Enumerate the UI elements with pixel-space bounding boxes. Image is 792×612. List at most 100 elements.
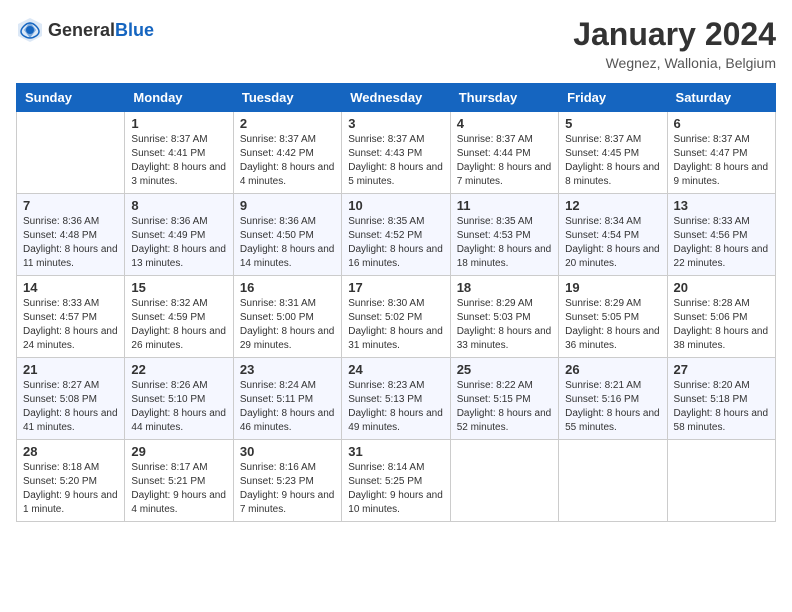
day-detail: Sunrise: 8:36 AMSunset: 4:49 PMDaylight:… [131, 215, 226, 271]
day-number: 22 [131, 362, 226, 377]
calendar-cell: 31 Sunrise: 8:14 AMSunset: 5:25 PMDaylig… [342, 440, 450, 522]
day-number: 29 [131, 444, 226, 459]
day-detail: Sunrise: 8:35 AMSunset: 4:53 PMDaylight:… [457, 215, 552, 271]
day-detail: Sunrise: 8:24 AMSunset: 5:11 PMDaylight:… [240, 379, 335, 435]
calendar-cell: 16 Sunrise: 8:31 AMSunset: 5:00 PMDaylig… [233, 276, 341, 358]
day-detail: Sunrise: 8:33 AMSunset: 4:57 PMDaylight:… [23, 297, 118, 353]
day-detail: Sunrise: 8:33 AMSunset: 4:56 PMDaylight:… [674, 215, 769, 271]
day-detail: Sunrise: 8:14 AMSunset: 5:25 PMDaylight:… [348, 461, 443, 517]
calendar-cell: 30 Sunrise: 8:16 AMSunset: 5:23 PMDaylig… [233, 440, 341, 522]
day-detail: Sunrise: 8:21 AMSunset: 5:16 PMDaylight:… [565, 379, 660, 435]
day-detail: Sunrise: 8:37 AMSunset: 4:42 PMDaylight:… [240, 133, 335, 189]
calendar-cell: 10 Sunrise: 8:35 AMSunset: 4:52 PMDaylig… [342, 194, 450, 276]
weekday-header-saturday: Saturday [667, 84, 775, 112]
weekday-header-tuesday: Tuesday [233, 84, 341, 112]
day-detail: Sunrise: 8:17 AMSunset: 5:21 PMDaylight:… [131, 461, 226, 517]
calendar-cell: 21 Sunrise: 8:27 AMSunset: 5:08 PMDaylig… [17, 358, 125, 440]
calendar-cell: 3 Sunrise: 8:37 AMSunset: 4:43 PMDayligh… [342, 112, 450, 194]
day-detail: Sunrise: 8:37 AMSunset: 4:43 PMDaylight:… [348, 133, 443, 189]
calendar-cell: 29 Sunrise: 8:17 AMSunset: 5:21 PMDaylig… [125, 440, 233, 522]
day-detail: Sunrise: 8:34 AMSunset: 4:54 PMDaylight:… [565, 215, 660, 271]
day-number: 28 [23, 444, 118, 459]
day-detail: Sunrise: 8:23 AMSunset: 5:13 PMDaylight:… [348, 379, 443, 435]
day-number: 10 [348, 198, 443, 213]
logo-text: GeneralBlue [48, 20, 154, 41]
day-number: 26 [565, 362, 660, 377]
calendar-week-row: 14 Sunrise: 8:33 AMSunset: 4:57 PMDaylig… [17, 276, 776, 358]
calendar-cell: 27 Sunrise: 8:20 AMSunset: 5:18 PMDaylig… [667, 358, 775, 440]
weekday-header-row: SundayMondayTuesdayWednesdayThursdayFrid… [17, 84, 776, 112]
weekday-header-wednesday: Wednesday [342, 84, 450, 112]
day-number: 24 [348, 362, 443, 377]
day-number: 19 [565, 280, 660, 295]
day-number: 4 [457, 116, 552, 131]
day-number: 2 [240, 116, 335, 131]
calendar-cell: 26 Sunrise: 8:21 AMSunset: 5:16 PMDaylig… [559, 358, 667, 440]
location-title: Wegnez, Wallonia, Belgium [573, 55, 776, 71]
day-number: 7 [23, 198, 118, 213]
calendar-week-row: 7 Sunrise: 8:36 AMSunset: 4:48 PMDayligh… [17, 194, 776, 276]
calendar-cell: 12 Sunrise: 8:34 AMSunset: 4:54 PMDaylig… [559, 194, 667, 276]
day-number: 9 [240, 198, 335, 213]
logo: GeneralBlue [16, 16, 154, 44]
calendar-cell: 22 Sunrise: 8:26 AMSunset: 5:10 PMDaylig… [125, 358, 233, 440]
calendar-week-row: 1 Sunrise: 8:37 AMSunset: 4:41 PMDayligh… [17, 112, 776, 194]
day-detail: Sunrise: 8:26 AMSunset: 5:10 PMDaylight:… [131, 379, 226, 435]
day-number: 8 [131, 198, 226, 213]
day-number: 15 [131, 280, 226, 295]
day-number: 18 [457, 280, 552, 295]
day-detail: Sunrise: 8:30 AMSunset: 5:02 PMDaylight:… [348, 297, 443, 353]
day-detail: Sunrise: 8:29 AMSunset: 5:05 PMDaylight:… [565, 297, 660, 353]
calendar-cell: 8 Sunrise: 8:36 AMSunset: 4:49 PMDayligh… [125, 194, 233, 276]
day-detail: Sunrise: 8:36 AMSunset: 4:50 PMDaylight:… [240, 215, 335, 271]
day-detail: Sunrise: 8:37 AMSunset: 4:47 PMDaylight:… [674, 133, 769, 189]
day-number: 12 [565, 198, 660, 213]
day-number: 6 [674, 116, 769, 131]
day-number: 27 [674, 362, 769, 377]
calendar-cell: 24 Sunrise: 8:23 AMSunset: 5:13 PMDaylig… [342, 358, 450, 440]
calendar-cell: 11 Sunrise: 8:35 AMSunset: 4:53 PMDaylig… [450, 194, 558, 276]
title-block: January 2024 Wegnez, Wallonia, Belgium [573, 16, 776, 71]
day-detail: Sunrise: 8:37 AMSunset: 4:44 PMDaylight:… [457, 133, 552, 189]
day-detail: Sunrise: 8:37 AMSunset: 4:41 PMDaylight:… [131, 133, 226, 189]
calendar-cell: 28 Sunrise: 8:18 AMSunset: 5:20 PMDaylig… [17, 440, 125, 522]
page-header: GeneralBlue January 2024 Wegnez, Walloni… [16, 16, 776, 71]
day-number: 21 [23, 362, 118, 377]
day-number: 23 [240, 362, 335, 377]
calendar-cell: 13 Sunrise: 8:33 AMSunset: 4:56 PMDaylig… [667, 194, 775, 276]
calendar-cell: 6 Sunrise: 8:37 AMSunset: 4:47 PMDayligh… [667, 112, 775, 194]
calendar-cell: 23 Sunrise: 8:24 AMSunset: 5:11 PMDaylig… [233, 358, 341, 440]
calendar-week-row: 21 Sunrise: 8:27 AMSunset: 5:08 PMDaylig… [17, 358, 776, 440]
calendar-cell: 4 Sunrise: 8:37 AMSunset: 4:44 PMDayligh… [450, 112, 558, 194]
day-detail: Sunrise: 8:31 AMSunset: 5:00 PMDaylight:… [240, 297, 335, 353]
calendar-cell: 18 Sunrise: 8:29 AMSunset: 5:03 PMDaylig… [450, 276, 558, 358]
day-number: 25 [457, 362, 552, 377]
logo-icon [16, 16, 44, 44]
day-number: 1 [131, 116, 226, 131]
calendar-cell: 25 Sunrise: 8:22 AMSunset: 5:15 PMDaylig… [450, 358, 558, 440]
weekday-header-sunday: Sunday [17, 84, 125, 112]
day-number: 16 [240, 280, 335, 295]
calendar-cell: 17 Sunrise: 8:30 AMSunset: 5:02 PMDaylig… [342, 276, 450, 358]
day-number: 3 [348, 116, 443, 131]
day-detail: Sunrise: 8:29 AMSunset: 5:03 PMDaylight:… [457, 297, 552, 353]
day-number: 13 [674, 198, 769, 213]
calendar-cell: 20 Sunrise: 8:28 AMSunset: 5:06 PMDaylig… [667, 276, 775, 358]
calendar-cell: 9 Sunrise: 8:36 AMSunset: 4:50 PMDayligh… [233, 194, 341, 276]
calendar-cell [450, 440, 558, 522]
day-detail: Sunrise: 8:27 AMSunset: 5:08 PMDaylight:… [23, 379, 118, 435]
day-number: 5 [565, 116, 660, 131]
day-detail: Sunrise: 8:36 AMSunset: 4:48 PMDaylight:… [23, 215, 118, 271]
calendar-week-row: 28 Sunrise: 8:18 AMSunset: 5:20 PMDaylig… [17, 440, 776, 522]
calendar-cell: 14 Sunrise: 8:33 AMSunset: 4:57 PMDaylig… [17, 276, 125, 358]
day-detail: Sunrise: 8:37 AMSunset: 4:45 PMDaylight:… [565, 133, 660, 189]
day-number: 31 [348, 444, 443, 459]
calendar-cell [559, 440, 667, 522]
calendar-cell [17, 112, 125, 194]
calendar-cell: 7 Sunrise: 8:36 AMSunset: 4:48 PMDayligh… [17, 194, 125, 276]
day-detail: Sunrise: 8:35 AMSunset: 4:52 PMDaylight:… [348, 215, 443, 271]
weekday-header-thursday: Thursday [450, 84, 558, 112]
calendar-cell: 19 Sunrise: 8:29 AMSunset: 5:05 PMDaylig… [559, 276, 667, 358]
day-detail: Sunrise: 8:18 AMSunset: 5:20 PMDaylight:… [23, 461, 118, 517]
day-detail: Sunrise: 8:16 AMSunset: 5:23 PMDaylight:… [240, 461, 335, 517]
